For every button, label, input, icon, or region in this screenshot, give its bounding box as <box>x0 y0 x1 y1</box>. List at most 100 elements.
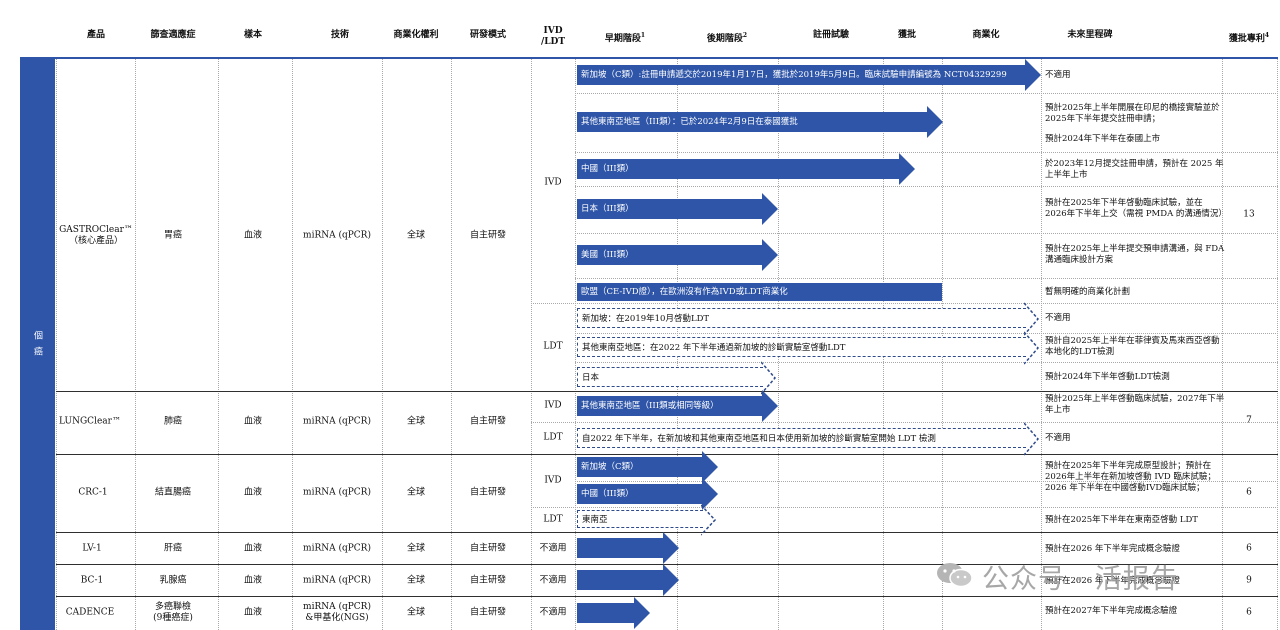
rights: 全球 <box>406 607 426 618</box>
grid-line <box>382 59 383 630</box>
product-divider <box>56 391 1278 392</box>
pipeline-arrow: 美國（III類） <box>577 239 778 271</box>
milestone-note: 不適用 <box>1045 70 1071 80</box>
rights: 全球 <box>406 487 426 498</box>
header-approval: 獲批 <box>897 30 917 40</box>
row-line <box>575 278 1278 279</box>
rd-model: 自主研發 <box>469 230 507 241</box>
ivd-label: 不適用 <box>539 607 567 618</box>
watermark-text: 公众号 · 活报告 <box>982 564 1179 595</box>
header-registration: 註冊試驗 <box>812 30 850 40</box>
row-line <box>531 422 1278 423</box>
header-milestones: 未來里程碑 <box>1067 30 1113 40</box>
category-sidebar: 個 癌 <box>20 58 55 630</box>
pipeline-arrow: 新加坡（C類） <box>577 451 718 483</box>
milestone-note: 預計2025年上半年啓動臨床試驗，2027年下半年上市 <box>1045 394 1225 415</box>
ldt-arrow: 日本 <box>577 361 776 395</box>
ldt-arrow: 新加坡：在2019年10月啓動LDT <box>577 302 1039 336</box>
pipeline-arrow <box>577 532 679 564</box>
pipeline-arrow: 中國（III類） <box>577 153 915 185</box>
technology: miRNA (qPCR) <box>303 416 371 427</box>
sample: 血液 <box>243 416 263 427</box>
indication: 多癌聯檢 (9種癌症) <box>153 602 193 623</box>
sample: 血液 <box>243 607 263 618</box>
technology: miRNA (qPCR) &甲基化(NGS) <box>303 602 371 623</box>
product-name: GASTROClear™ （核心產品） <box>59 225 133 246</box>
header-product: 產品 <box>86 30 106 40</box>
indication: 胃癌 <box>163 230 183 241</box>
header-rd-model: 研發模式 <box>469 30 507 40</box>
row-line <box>575 152 1278 153</box>
patent-count: 9 <box>1246 575 1252 586</box>
row-line <box>575 93 1278 94</box>
patent-count: 7 <box>1246 415 1252 426</box>
row-line <box>575 362 1278 363</box>
grid-line <box>1041 59 1042 630</box>
header-indication: 篩查適應症 <box>150 30 196 40</box>
pipeline-arrow: 新加坡（C類）:註冊申請遞交於2019年1月17日，獲批於2019年5月9日。臨… <box>577 59 1041 91</box>
product-name: BC-1 <box>80 575 104 586</box>
ldt-label: LDT <box>543 432 563 443</box>
milestone-note: 預計2024年下半年啓動LDT檢測 <box>1045 372 1170 382</box>
ldt-label: LDT <box>543 514 563 525</box>
sample: 血液 <box>243 230 263 241</box>
rd-model: 自主研發 <box>469 487 507 498</box>
milestone-note: 預計在2025年下半年在東南亞啓動 LDT <box>1045 515 1198 525</box>
grid-line <box>575 59 576 630</box>
ldt-arrow: 自2022 年下半年，在新加坡和其他東南亞地區和日本使用新加坡的診斷實驗室開始 … <box>577 422 1039 456</box>
product-divider <box>56 454 1278 455</box>
sample: 血液 <box>243 575 263 586</box>
product-name: CADENCE <box>65 607 115 618</box>
rd-model: 自主研發 <box>469 543 507 554</box>
row-line <box>575 233 1278 234</box>
row-line <box>531 507 1278 508</box>
header-patents: 獲批專利4 <box>1228 32 1270 44</box>
header-sample: 樣本 <box>243 30 263 40</box>
ivd-label: 不適用 <box>539 543 567 554</box>
technology: miRNA (qPCR) <box>303 487 371 498</box>
rd-model: 自主研發 <box>469 575 507 586</box>
milestone-note: 暫無明確的商業化計劃 <box>1045 287 1131 297</box>
row-line <box>575 333 1278 334</box>
milestone-note: 預計2025年上半年開展在印尼的橋接實驗並於2025年下半年提交註冊申請； <box>1045 103 1220 124</box>
patent-count: 13 <box>1243 209 1255 220</box>
milestone-note: 不適用 <box>1045 433 1071 443</box>
grid-line <box>56 59 57 630</box>
rights: 全球 <box>406 230 426 241</box>
milestone-note: 預計在2027年下半年完成概念驗證 <box>1045 606 1178 616</box>
ldt-arrow: 其他東南亞地區：在2022 年下半年通過新加坡的診斷實驗室啓動LDT <box>577 331 1039 365</box>
product-name: LV-1 <box>82 543 102 554</box>
sample: 血液 <box>243 543 263 554</box>
pipeline-arrow: 其他東南亞地區（III類或相同等級） <box>577 390 778 422</box>
grid-line <box>218 59 219 630</box>
grid-line <box>1277 59 1278 630</box>
milestone-note: 預計2024年下半年在泰國上市 <box>1045 134 1161 144</box>
grid-line <box>135 59 136 630</box>
grid-line <box>531 59 532 630</box>
row-line <box>575 186 1278 187</box>
grid-line <box>451 59 452 630</box>
ivd-label: 不適用 <box>539 575 567 586</box>
header-ivd-ldt: IVD/LDT <box>540 26 566 47</box>
milestone-note: 預計在2025年上半年提交預申請溝通，與 FDA溝通臨床設計方案 <box>1045 244 1225 265</box>
technology: miRNA (qPCR) <box>303 230 371 241</box>
pipeline-arrow: 中國（III類） <box>577 478 718 510</box>
product-divider <box>56 596 1278 597</box>
grid-line <box>292 59 293 630</box>
technology: miRNA (qPCR) <box>303 575 371 586</box>
patent-count: 6 <box>1246 607 1252 618</box>
indication: 結直腸癌 <box>154 487 192 498</box>
rights: 全球 <box>406 543 426 554</box>
indication: 肺癌 <box>163 416 183 427</box>
header-late: 後期階段2 <box>706 32 748 44</box>
milestone-note: 不適用 <box>1045 313 1071 323</box>
header-commercial: 商業化 <box>972 30 1000 40</box>
pipeline-arrow <box>577 597 650 629</box>
milestone-note: 預計在2025年下半年完成原型設計；預計在2026年上半年在新加坡啓動 IVD … <box>1045 461 1216 493</box>
rights: 全球 <box>406 416 426 427</box>
indication: 肝癌 <box>163 543 183 554</box>
pipeline-arrow: 日本（III類） <box>577 193 778 225</box>
rd-model: 自主研發 <box>469 607 507 618</box>
wechat-icon <box>937 563 973 588</box>
header-technology: 技術 <box>330 30 350 40</box>
